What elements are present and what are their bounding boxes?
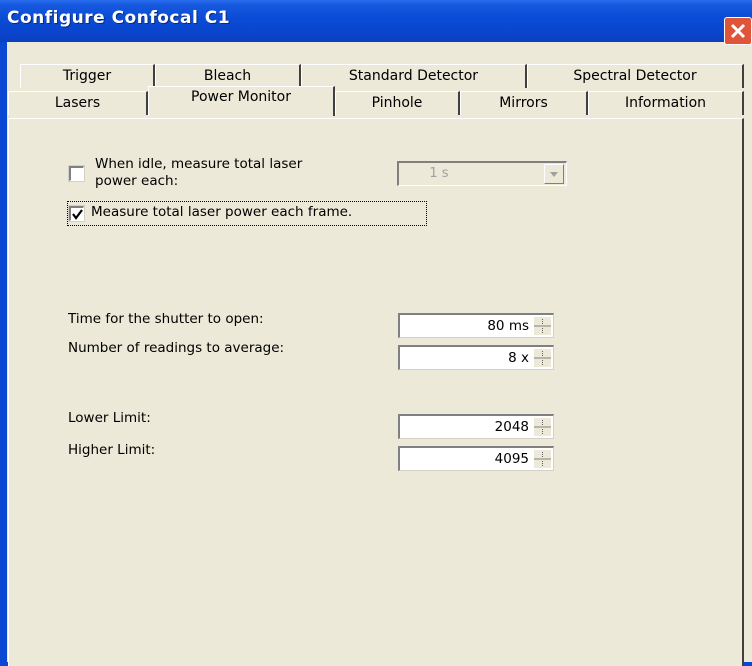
tab-label: Bleach xyxy=(203,68,252,84)
lower-limit-value: 2048 xyxy=(494,419,529,435)
each-frame-label: Measure total laser power each frame. xyxy=(91,204,353,220)
check-icon xyxy=(72,209,83,220)
tab-standard-detector[interactable]: Standard Detector xyxy=(301,64,527,88)
higher-limit-label: Higher Limit: xyxy=(68,442,156,458)
idle-measure-checkbox[interactable] xyxy=(68,165,85,182)
each-frame-checkbox[interactable] xyxy=(68,205,85,222)
shutter-time-label: Time for the shutter to open: xyxy=(68,311,264,327)
higher-limit-value: 4095 xyxy=(494,451,529,467)
readings-avg-spinner[interactable]: 8 x xyxy=(398,345,554,370)
idle-interval-select[interactable]: 1 s xyxy=(397,161,567,186)
idle-measure-label-line1: When idle, measure total laser xyxy=(95,156,303,172)
tab-label: Lasers xyxy=(54,95,101,111)
close-icon xyxy=(730,23,746,39)
tab-label: Power Monitor xyxy=(191,89,291,105)
window-frame-left xyxy=(0,42,7,666)
dropdown-button[interactable] xyxy=(544,164,564,184)
chevron-down-icon xyxy=(550,172,558,177)
shutter-time-spinner[interactable]: 80 ms xyxy=(398,313,554,338)
tab-label: Information xyxy=(624,95,707,111)
idle-interval-value: 1 s xyxy=(429,166,449,181)
window-title: Configure Confocal C1 xyxy=(7,8,231,28)
power-monitor-panel: When idle, measure total laser power eac… xyxy=(8,118,744,666)
lower-limit-spinner[interactable]: 2048 xyxy=(398,414,554,439)
tab-mirrors[interactable]: Mirrors xyxy=(460,91,588,115)
tab-label: Trigger xyxy=(62,68,112,84)
spin-arrows-icon[interactable] xyxy=(534,317,551,335)
tab-label: Spectral Detector xyxy=(573,68,697,84)
spin-arrows-icon[interactable] xyxy=(534,349,551,367)
readings-avg-label: Number of readings to average: xyxy=(68,340,285,356)
tab-trigger[interactable]: Trigger xyxy=(20,64,155,88)
lower-limit-label: Lower Limit: xyxy=(68,410,151,426)
title-bar[interactable]: Configure Confocal C1 xyxy=(0,0,752,45)
tab-label: Pinhole xyxy=(371,95,423,111)
readings-avg-value: 8 x xyxy=(508,350,529,366)
spin-arrows-icon[interactable] xyxy=(534,418,551,436)
tab-power-monitor[interactable]: Power Monitor xyxy=(148,86,335,116)
tab-label: Standard Detector xyxy=(348,68,479,84)
idle-measure-label-line2: power each: xyxy=(95,173,179,189)
tab-label: Mirrors xyxy=(499,95,548,111)
higher-limit-spinner[interactable]: 4095 xyxy=(398,446,554,471)
tab-bleach[interactable]: Bleach xyxy=(155,64,301,88)
tab-lasers[interactable]: Lasers xyxy=(8,91,148,115)
shutter-time-value: 80 ms xyxy=(487,318,529,334)
tab-spectral-detector[interactable]: Spectral Detector xyxy=(527,64,744,88)
tab-information[interactable]: Information xyxy=(588,91,744,115)
tab-pinhole[interactable]: Pinhole xyxy=(335,91,460,115)
spin-arrows-icon[interactable] xyxy=(534,450,551,468)
close-button[interactable] xyxy=(724,17,752,45)
